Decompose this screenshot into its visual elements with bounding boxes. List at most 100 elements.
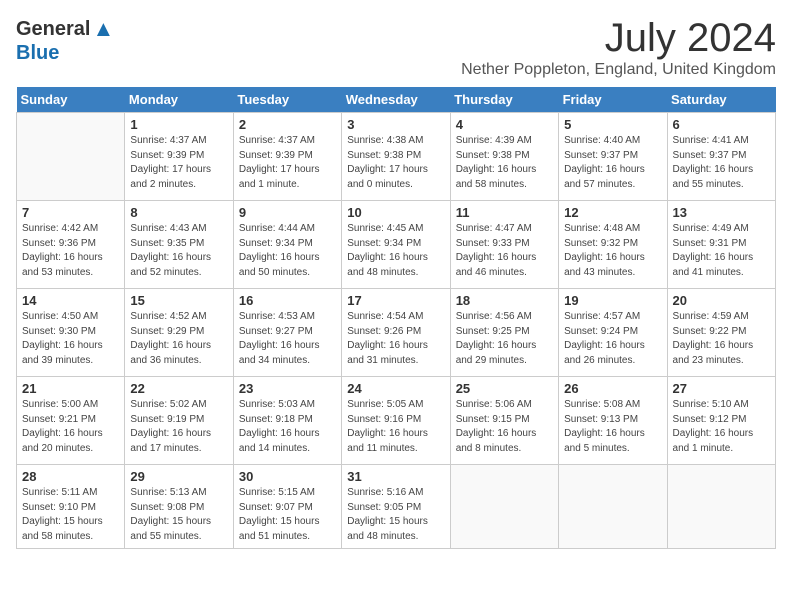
calendar-header-row: SundayMondayTuesdayWednesdayThursdayFrid… [17, 87, 776, 113]
day-info: Sunrise: 5:08 AM Sunset: 9:13 PM Dayligh… [564, 398, 661, 456]
day-info: Sunrise: 5:15 AM Sunset: 9:07 PM Dayligh… [239, 486, 336, 544]
calendar-cell [559, 465, 667, 549]
day-number: 22 [130, 381, 227, 396]
calendar-cell: 21 Sunrise: 5:00 AM Sunset: 9:21 PM Dayli… [17, 377, 125, 465]
calendar-cell: 29 Sunrise: 5:13 AM Sunset: 9:08 PM Dayli… [125, 465, 233, 549]
day-number: 1 [130, 117, 227, 132]
calendar-cell: 25Sunrise: 5:06 AM Sunset: 9:15 PM Dayli… [450, 377, 558, 465]
logo-bird-icon: ▲ [92, 16, 114, 42]
day-number: 17 [347, 293, 444, 308]
day-number: 19 [564, 293, 661, 308]
day-number: 7 [22, 205, 119, 220]
calendar-cell: 16Sunrise: 4:53 AM Sunset: 9:27 PM Dayli… [233, 289, 341, 377]
day-info: Sunrise: 4:37 AM Sunset: 9:39 PM Dayligh… [130, 134, 227, 192]
day-number: 29 [130, 469, 227, 484]
header-wednesday: Wednesday [342, 87, 450, 113]
header-thursday: Thursday [450, 87, 558, 113]
calendar-cell: 22 Sunrise: 5:02 AM Sunset: 9:19 PM Dayli… [125, 377, 233, 465]
day-number: 10 [347, 205, 444, 220]
day-info: Sunrise: 5:10 AM Sunset: 9:12 PM Dayligh… [673, 398, 770, 456]
day-number: 14 [22, 293, 119, 308]
day-number: 26 [564, 381, 661, 396]
day-info: Sunrise: 4:56 AM Sunset: 9:25 PM Dayligh… [456, 310, 553, 368]
header-friday: Friday [559, 87, 667, 113]
calendar-week-3: 14 Sunrise: 4:50 AM Sunset: 9:30 PM Dayli… [17, 289, 776, 377]
day-info: Sunrise: 4:50 AM Sunset: 9:30 PM Dayligh… [22, 310, 119, 368]
calendar-week-1: 1 Sunrise: 4:37 AM Sunset: 9:39 PM Daylig… [17, 113, 776, 201]
day-info: Sunrise: 4:57 AM Sunset: 9:24 PM Dayligh… [564, 310, 661, 368]
logo-general-text: General [16, 18, 90, 41]
day-info: Sunrise: 5:02 AM Sunset: 9:19 PM Dayligh… [130, 398, 227, 456]
day-number: 12 [564, 205, 661, 220]
calendar-cell: 20Sunrise: 4:59 AM Sunset: 9:22 PM Dayli… [667, 289, 775, 377]
day-info: Sunrise: 4:43 AM Sunset: 9:35 PM Dayligh… [130, 222, 227, 280]
day-number: 9 [239, 205, 336, 220]
month-title: July 2024 [461, 16, 776, 61]
calendar-cell: 31 Sunrise: 5:16 AM Sunset: 9:05 PM Dayli… [342, 465, 450, 549]
calendar-cell: 2 Sunrise: 4:37 AM Sunset: 9:39 PM Daylig… [233, 113, 341, 201]
day-number: 27 [673, 381, 770, 396]
calendar-cell: 15Sunrise: 4:52 AM Sunset: 9:29 PM Dayli… [125, 289, 233, 377]
calendar-cell: 14 Sunrise: 4:50 AM Sunset: 9:30 PM Dayli… [17, 289, 125, 377]
calendar-cell: 4 Sunrise: 4:39 AM Sunset: 9:38 PM Daylig… [450, 113, 558, 201]
header-saturday: Saturday [667, 87, 775, 113]
day-number: 31 [347, 469, 444, 484]
logo: General ▲ Blue [16, 16, 114, 65]
calendar-cell: 30Sunrise: 5:15 AM Sunset: 9:07 PM Dayli… [233, 465, 341, 549]
calendar-week-2: 7 Sunrise: 4:42 AM Sunset: 9:36 PM Daylig… [17, 201, 776, 289]
day-info: Sunrise: 5:16 AM Sunset: 9:05 PM Dayligh… [347, 486, 444, 544]
day-number: 6 [673, 117, 770, 132]
day-info: Sunrise: 5:06 AM Sunset: 9:15 PM Dayligh… [456, 398, 553, 456]
calendar-week-5: 28 Sunrise: 5:11 AM Sunset: 9:10 PM Dayli… [17, 465, 776, 549]
day-info: Sunrise: 4:49 AM Sunset: 9:31 PM Dayligh… [673, 222, 770, 280]
day-info: Sunrise: 5:05 AM Sunset: 9:16 PM Dayligh… [347, 398, 444, 456]
day-info: Sunrise: 4:37 AM Sunset: 9:39 PM Dayligh… [239, 134, 336, 192]
day-info: Sunrise: 4:52 AM Sunset: 9:29 PM Dayligh… [130, 310, 227, 368]
calendar-cell: 17 Sunrise: 4:54 AM Sunset: 9:26 PM Dayli… [342, 289, 450, 377]
day-info: Sunrise: 4:53 AM Sunset: 9:27 PM Dayligh… [239, 310, 336, 368]
day-number: 8 [130, 205, 227, 220]
day-info: Sunrise: 5:00 AM Sunset: 9:21 PM Dayligh… [22, 398, 119, 456]
day-info: Sunrise: 4:41 AM Sunset: 9:37 PM Dayligh… [673, 134, 770, 192]
day-number: 21 [22, 381, 119, 396]
calendar-cell: 27 Sunrise: 5:10 AM Sunset: 9:12 PM Dayli… [667, 377, 775, 465]
day-info: Sunrise: 4:45 AM Sunset: 9:34 PM Dayligh… [347, 222, 444, 280]
calendar-cell [17, 113, 125, 201]
calendar-cell: 24 Sunrise: 5:05 AM Sunset: 9:16 PM Dayli… [342, 377, 450, 465]
calendar-cell: 26 Sunrise: 5:08 AM Sunset: 9:13 PM Dayli… [559, 377, 667, 465]
day-number: 4 [456, 117, 553, 132]
header-tuesday: Tuesday [233, 87, 341, 113]
day-number: 23 [239, 381, 336, 396]
day-info: Sunrise: 4:54 AM Sunset: 9:26 PM Dayligh… [347, 310, 444, 368]
header-monday: Monday [125, 87, 233, 113]
day-info: Sunrise: 4:42 AM Sunset: 9:36 PM Dayligh… [22, 222, 119, 280]
calendar-cell: 18 Sunrise: 4:56 AM Sunset: 9:25 PM Dayli… [450, 289, 558, 377]
day-info: Sunrise: 5:11 AM Sunset: 9:10 PM Dayligh… [22, 486, 119, 544]
calendar-cell [450, 465, 558, 549]
calendar-cell: 3Sunrise: 4:38 AM Sunset: 9:38 PM Daylig… [342, 113, 450, 201]
calendar-cell: 13 Sunrise: 4:49 AM Sunset: 9:31 PM Dayli… [667, 201, 775, 289]
page-header: General ▲ Blue July 2024 Nether Poppleto… [16, 16, 776, 79]
title-area: July 2024 Nether Poppleton, England, Uni… [461, 16, 776, 79]
day-number: 28 [22, 469, 119, 484]
day-number: 13 [673, 205, 770, 220]
calendar-cell: 8 Sunrise: 4:43 AM Sunset: 9:35 PM Daylig… [125, 201, 233, 289]
day-number: 2 [239, 117, 336, 132]
logo-blue-text: Blue [16, 42, 59, 65]
day-number: 18 [456, 293, 553, 308]
calendar-cell: 1 Sunrise: 4:37 AM Sunset: 9:39 PM Daylig… [125, 113, 233, 201]
day-info: Sunrise: 5:13 AM Sunset: 9:08 PM Dayligh… [130, 486, 227, 544]
calendar-cell: 9Sunrise: 4:44 AM Sunset: 9:34 PM Daylig… [233, 201, 341, 289]
day-number: 24 [347, 381, 444, 396]
day-info: Sunrise: 5:03 AM Sunset: 9:18 PM Dayligh… [239, 398, 336, 456]
calendar-cell: 11 Sunrise: 4:47 AM Sunset: 9:33 PM Dayli… [450, 201, 558, 289]
day-info: Sunrise: 4:48 AM Sunset: 9:32 PM Dayligh… [564, 222, 661, 280]
day-info: Sunrise: 4:59 AM Sunset: 9:22 PM Dayligh… [673, 310, 770, 368]
day-info: Sunrise: 4:38 AM Sunset: 9:38 PM Dayligh… [347, 134, 444, 192]
day-info: Sunrise: 4:47 AM Sunset: 9:33 PM Dayligh… [456, 222, 553, 280]
calendar-cell: 6 Sunrise: 4:41 AM Sunset: 9:37 PM Daylig… [667, 113, 775, 201]
calendar-cell: 23 Sunrise: 5:03 AM Sunset: 9:18 PM Dayli… [233, 377, 341, 465]
day-info: Sunrise: 4:39 AM Sunset: 9:38 PM Dayligh… [456, 134, 553, 192]
day-number: 11 [456, 205, 553, 220]
day-number: 5 [564, 117, 661, 132]
